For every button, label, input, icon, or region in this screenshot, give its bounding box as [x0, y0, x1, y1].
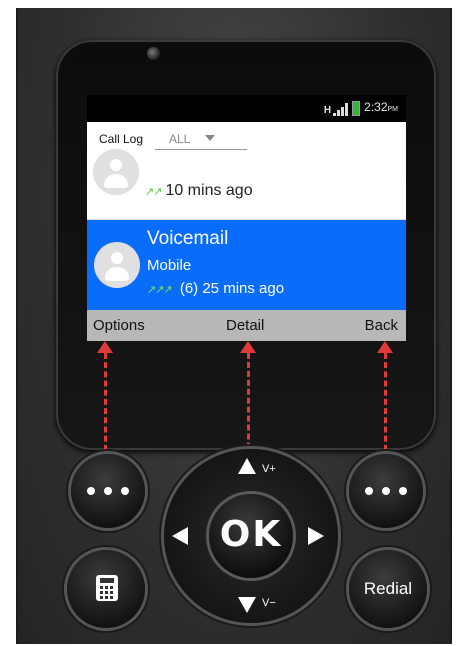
- annotation-arrow-back: [384, 353, 387, 460]
- page-title: Call Log: [99, 132, 144, 146]
- filter-value: ALL: [169, 132, 191, 146]
- softkey-detail[interactable]: Detail: [226, 317, 264, 334]
- phone-screen: H 2:32PM Call Log ALL ↗↗ 10 mins ago Voic…: [87, 95, 406, 341]
- call-filter-dropdown[interactable]: ALL: [155, 131, 247, 150]
- call-list-item-selected[interactable]: Voicemail Mobile ↗↗↗ (6) 25 mins ago: [87, 220, 406, 310]
- ok-label: OK: [219, 514, 283, 555]
- ok-button[interactable]: OK: [209, 494, 293, 578]
- call-name: Voicemail: [147, 228, 229, 249]
- redial-label: Redial: [363, 579, 413, 598]
- call-log-header: Call Log ALL: [87, 122, 406, 159]
- down-arrow-icon[interactable]: [238, 597, 256, 613]
- call-count: (6): [179, 280, 199, 297]
- left-arrow-icon[interactable]: [172, 527, 188, 545]
- signal-icon: H: [323, 102, 349, 116]
- redial-button[interactable]: Redial: [349, 550, 427, 628]
- softkey-back[interactable]: Back: [365, 317, 398, 334]
- three-dots-icon: [349, 454, 423, 528]
- annotation-arrow-options: [104, 353, 107, 460]
- call-meta: ↗↗ 10 mins ago: [145, 182, 253, 200]
- call-time: 25 mins ago: [202, 280, 285, 297]
- dropdown-caret-icon: [205, 135, 215, 141]
- status-bar: H 2:32PM: [87, 95, 406, 122]
- softkey-bar: Options Detail Back: [87, 310, 406, 341]
- outgoing-call-icon: ↗↗: [145, 186, 162, 198]
- contact-type: Mobile: [147, 257, 192, 274]
- right-arrow-icon[interactable]: [308, 527, 324, 545]
- volume-up-label: V+: [262, 463, 276, 475]
- up-arrow-icon[interactable]: [238, 458, 256, 474]
- front-camera: [147, 47, 160, 60]
- call-list-item[interactable]: ↗↗ 10 mins ago: [87, 149, 406, 219]
- status-icons: H 2:32PM: [324, 101, 398, 116]
- three-dots-icon: [71, 454, 145, 528]
- calculator-button[interactable]: [67, 550, 145, 628]
- right-softkey-button[interactable]: [349, 454, 423, 528]
- calculator-icon: [96, 575, 118, 601]
- annotation-arrow-detail-head: [240, 341, 256, 353]
- network-type: H: [323, 105, 332, 116]
- volume-down-label: V−: [262, 597, 276, 609]
- left-softkey-button[interactable]: [71, 454, 145, 528]
- battery-icon: [352, 101, 361, 116]
- annotation-arrow-options-head: [97, 341, 113, 353]
- softkey-options[interactable]: Options: [93, 317, 145, 334]
- contact-avatar-icon: [93, 149, 139, 195]
- call-meta: ↗↗↗ (6) 25 mins ago: [147, 280, 284, 297]
- annotation-arrow-back-head: [377, 341, 393, 353]
- status-time: 2:32PM: [364, 100, 398, 114]
- outgoing-call-icon: ↗↗↗: [147, 284, 173, 296]
- contact-avatar-icon: [94, 242, 140, 288]
- call-time: 10 mins ago: [165, 182, 253, 199]
